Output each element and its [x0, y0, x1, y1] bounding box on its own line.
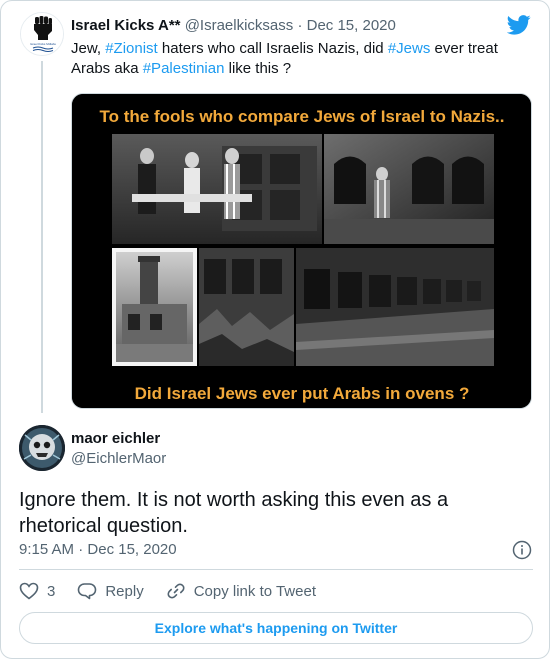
reply-avatar[interactable]: [19, 425, 65, 471]
parent-date[interactable]: Dec 15, 2020: [307, 17, 396, 34]
media-bottom-caption: Did Israel Jews ever put Arabs in ovens …: [135, 384, 470, 403]
parent-tweet-text: Jew, #Zionist haters who call Israelis N…: [71, 39, 521, 79]
reply-button[interactable]: Reply: [77, 581, 144, 601]
parent-avatar[interactable]: Israel Kicks Mdlabs: [20, 12, 64, 56]
photo-ovens-worker: [324, 134, 494, 244]
hashtag-jews-link[interactable]: #Jews: [388, 40, 431, 57]
text-segment: like this ?: [224, 60, 292, 77]
reply-tweet-text: Ignore them. It is not worth asking this…: [19, 489, 449, 537]
photo-rubble-ovens: [199, 248, 294, 366]
speech-bubble-icon: [78, 583, 97, 600]
copy-link-button[interactable]: Copy link to Tweet: [166, 581, 316, 601]
reply-time[interactable]: 9:15 AM: [19, 541, 74, 558]
hashtag-palestinian-link[interactable]: #Palestinian: [143, 60, 225, 77]
media-collage: To the fools who compare Jews of Israel …: [72, 94, 531, 408]
text-segment: Jew,: [71, 40, 106, 57]
reply-label: Reply: [105, 582, 144, 600]
tweet-media-image[interactable]: To the fools who compare Jews of Israel …: [71, 93, 532, 409]
text-segment: haters who call Israelis Nazis, did: [157, 40, 388, 57]
tweet-actions-bar: 3 Reply Copy link to Tweet: [19, 580, 338, 602]
reply-handle[interactable]: @EichlerMaor: [71, 450, 166, 467]
parent-handle[interactable]: @Israelkicksass: [185, 17, 294, 34]
heart-icon: [19, 582, 39, 600]
photo-chimney: [112, 248, 197, 366]
info-icon[interactable]: [512, 540, 532, 560]
link-icon: [167, 583, 185, 599]
reply-display-name[interactable]: maor eichler: [71, 430, 160, 447]
avatar-caption: Israel Kicks Mdlabs: [30, 42, 56, 46]
tweet-embed-card: Israel Kicks Mdlabs Israel Kicks A** @Is…: [0, 0, 550, 659]
header-separator: ·: [297, 17, 303, 34]
photo-oven-row: [296, 248, 494, 366]
divider: [19, 569, 533, 570]
like-button[interactable]: 3: [19, 581, 55, 601]
reply-date[interactable]: Dec 15, 2020: [87, 541, 176, 558]
reply-timestamp[interactable]: 9:15 AM · Dec 15, 2020: [19, 541, 177, 558]
like-count: 3: [47, 582, 56, 600]
thread-connector-line: [41, 61, 43, 413]
photo-stretcher: [112, 134, 322, 244]
explore-twitter-button[interactable]: Explore what's happening on Twitter: [19, 612, 533, 644]
reply-avatar-image: [19, 425, 65, 471]
timestamp-separator: ·: [78, 541, 84, 558]
copy-link-label: Copy link to Tweet: [193, 582, 316, 600]
raised-fist-logo-icon: Israel Kicks Mdlabs: [21, 13, 63, 55]
parent-display-name[interactable]: Israel Kicks A**: [71, 17, 181, 34]
twitter-bird-icon[interactable]: [507, 15, 531, 35]
parent-tweet-header: Israel Kicks A** @Israelkicksass · Dec 1…: [71, 17, 396, 34]
media-top-caption: To the fools who compare Jews of Israel …: [100, 107, 505, 126]
hashtag-zionist-link[interactable]: #Zionist: [105, 40, 158, 57]
